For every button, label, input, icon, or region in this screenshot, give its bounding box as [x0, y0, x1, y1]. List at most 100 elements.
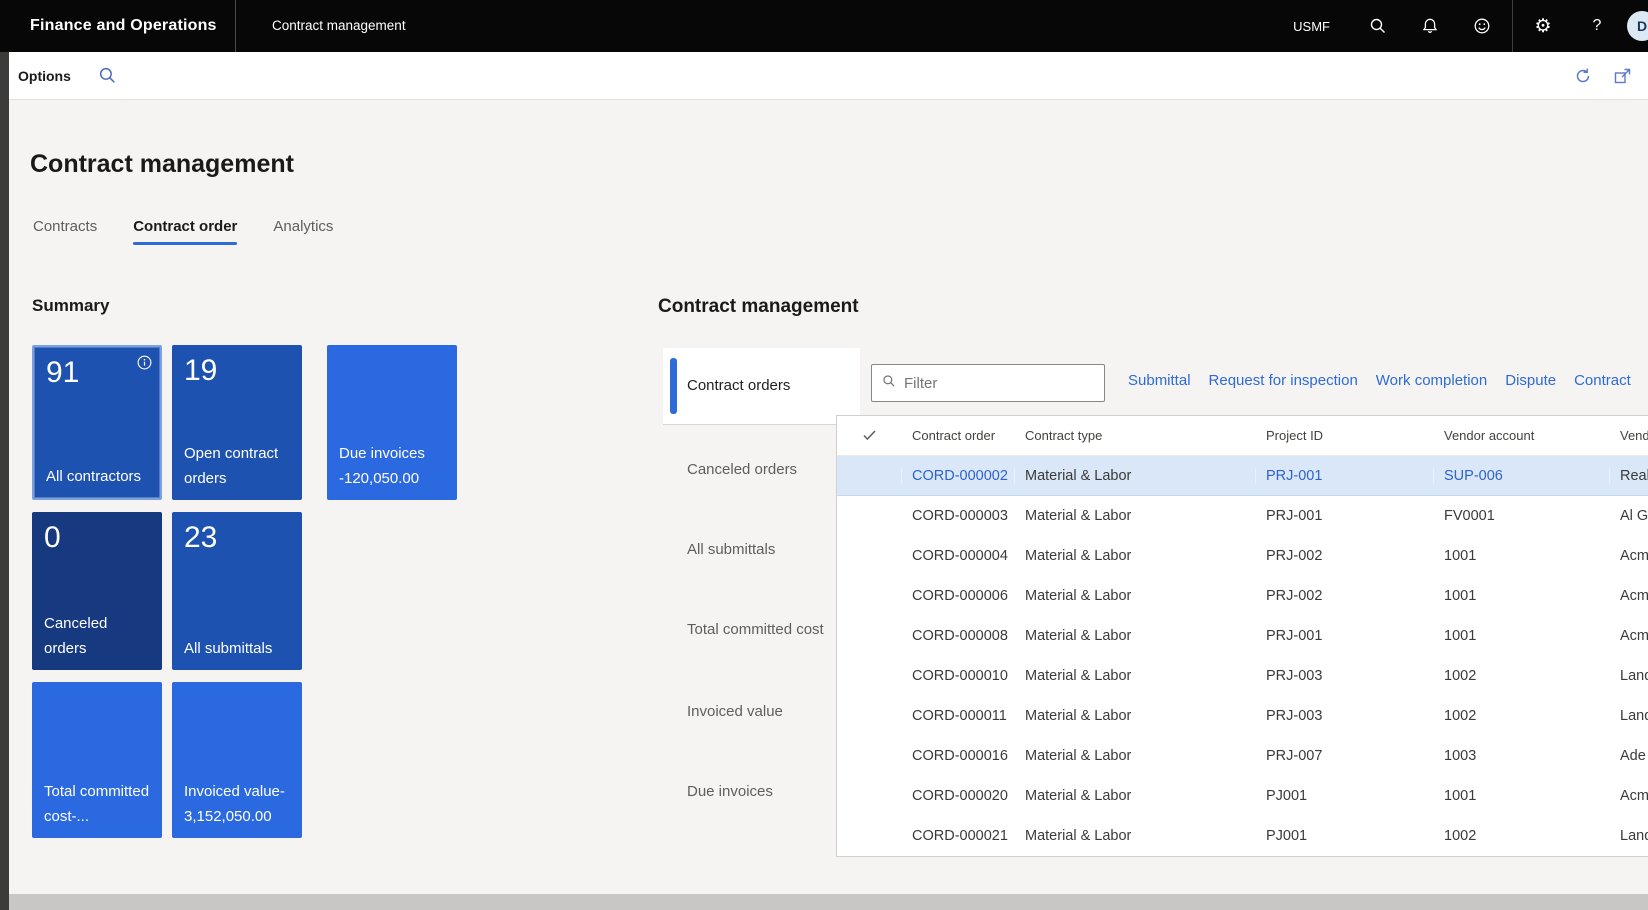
tile-canceled-orders[interactable]: 0 Canceled orders: [32, 512, 162, 670]
table-row[interactable]: CORD-000002 Material & Labor PRJ-001 SUP…: [837, 456, 1648, 496]
cell-contract-order[interactable]: CORD-000011: [901, 708, 1014, 724]
tile-all-contractors[interactable]: 91 All contractors: [32, 345, 162, 500]
table-row[interactable]: CORD-000016 Material & Labor PRJ-007 100…: [837, 736, 1648, 776]
cell-contract-order[interactable]: CORD-000016: [901, 748, 1014, 764]
column-header-contract-type[interactable]: Contract type: [1014, 428, 1255, 443]
menu-item-due-invoices[interactable]: Due invoices: [687, 780, 773, 804]
panel-heading: Contract management: [658, 296, 859, 318]
tab-analytics[interactable]: Analytics: [273, 218, 333, 245]
cell-contract-order[interactable]: CORD-000006: [901, 588, 1014, 604]
menu-item-canceled-orders[interactable]: Canceled orders: [687, 458, 797, 482]
cell-vendor-account[interactable]: 1002: [1433, 828, 1609, 844]
cell-project-id[interactable]: PJ001: [1255, 788, 1433, 804]
open-in-new-window-icon[interactable]: [1613, 66, 1633, 86]
cell-project-id[interactable]: PRJ-003: [1255, 708, 1433, 724]
request-for-inspection-link[interactable]: Request for inspection: [1209, 372, 1358, 389]
cell-vendor-name: Land: [1609, 668, 1648, 684]
work-completion-link[interactable]: Work completion: [1376, 372, 1487, 389]
cell-contract-order[interactable]: CORD-000021: [901, 828, 1014, 844]
tile-invoiced-value[interactable]: Invoiced value-3,152,050.00: [172, 682, 302, 838]
filter-input[interactable]: [904, 375, 1103, 392]
feedback-smiley-icon[interactable]: [1472, 16, 1492, 36]
cell-project-id[interactable]: PRJ-001: [1255, 468, 1433, 484]
cell-contract-order[interactable]: CORD-000010: [901, 668, 1014, 684]
tab-contracts[interactable]: Contracts: [33, 218, 97, 245]
company-picker[interactable]: USMF: [1293, 19, 1330, 34]
user-avatar[interactable]: D: [1627, 11, 1648, 41]
contract-orders-grid: Contract order Contract type Project ID …: [836, 415, 1648, 857]
tile-open-contract-orders[interactable]: 19 Open contract orders: [172, 345, 302, 500]
table-row[interactable]: CORD-000006 Material & Labor PRJ-002 100…: [837, 576, 1648, 616]
appbar-right-cluster: USMF ⚙ ? D: [1293, 0, 1648, 52]
table-row[interactable]: CORD-000010 Material & Labor PRJ-003 100…: [837, 656, 1648, 696]
cell-vendor-account[interactable]: SUP-006: [1433, 468, 1609, 484]
menu-item-total-committed-cost[interactable]: Total committed cost: [687, 618, 824, 642]
submittal-link[interactable]: Submittal: [1128, 372, 1191, 389]
menu-item-all-submittals[interactable]: All submittals: [687, 538, 775, 562]
menu-item-label: Contract orders: [687, 348, 790, 424]
cell-vendor-account[interactable]: 1001: [1433, 788, 1609, 804]
cell-vendor-account[interactable]: 1002: [1433, 708, 1609, 724]
action-pane: Options: [0, 52, 1648, 100]
column-header-vendor-account[interactable]: Vendor account: [1433, 428, 1609, 443]
search-icon[interactable]: [1368, 16, 1388, 36]
tile-label: Total committed cost-...: [44, 779, 154, 829]
refresh-icon[interactable]: [1573, 66, 1593, 86]
tile-label: Canceled orders: [44, 611, 154, 661]
appbar-divider: [235, 0, 236, 52]
cell-project-id[interactable]: PRJ-001: [1255, 508, 1433, 524]
cell-contract-order[interactable]: CORD-000008: [901, 628, 1014, 644]
cell-vendor-account[interactable]: FV0001: [1433, 508, 1609, 524]
cell-contract-type: Material & Labor: [1014, 628, 1255, 644]
table-row[interactable]: CORD-000020 Material & Labor PJ001 1001 …: [837, 776, 1648, 816]
select-all-check-icon[interactable]: [837, 430, 901, 441]
cell-project-id[interactable]: PRJ-002: [1255, 548, 1433, 564]
tile-due-invoices[interactable]: Due invoices -120,050.00: [327, 345, 457, 500]
cell-project-id[interactable]: PRJ-001: [1255, 628, 1433, 644]
cell-vendor-account[interactable]: 1002: [1433, 668, 1609, 684]
cell-project-id[interactable]: PRJ-003: [1255, 668, 1433, 684]
help-icon[interactable]: ?: [1587, 16, 1607, 36]
table-row[interactable]: CORD-000011 Material & Labor PRJ-003 100…: [837, 696, 1648, 736]
cell-vendor-name: Acme: [1609, 548, 1648, 564]
filter-field[interactable]: [871, 364, 1105, 402]
cell-project-id[interactable]: PRJ-002: [1255, 588, 1433, 604]
cell-vendor-account[interactable]: 1001: [1433, 588, 1609, 604]
cell-contract-order[interactable]: CORD-000004: [901, 548, 1014, 564]
cell-contract-order[interactable]: CORD-000020: [901, 788, 1014, 804]
column-header-project-id[interactable]: Project ID: [1255, 428, 1433, 443]
menu-separator: [663, 424, 860, 425]
screen-bottom-edge: [0, 894, 1648, 910]
appbar-icon-divider: [1512, 0, 1513, 52]
table-row[interactable]: CORD-000004 Material & Labor PRJ-002 100…: [837, 536, 1648, 576]
tile-total-committed-cost[interactable]: Total committed cost-...: [32, 682, 162, 838]
column-header-contract-order[interactable]: Contract order: [901, 428, 1014, 443]
table-row[interactable]: CORD-000021 Material & Labor PJ001 1002 …: [837, 816, 1648, 856]
info-icon[interactable]: [137, 355, 152, 375]
notifications-bell-icon[interactable]: [1420, 16, 1440, 36]
cell-vendor-name: Acme: [1609, 788, 1648, 804]
table-row[interactable]: CORD-000008 Material & Labor PRJ-001 100…: [837, 616, 1648, 656]
action-pane-search-icon[interactable]: [98, 66, 117, 90]
settings-gear-icon[interactable]: ⚙: [1533, 16, 1553, 36]
product-name[interactable]: Finance and Operations: [30, 0, 217, 52]
table-row[interactable]: CORD-000003 Material & Labor PRJ-001 FV0…: [837, 496, 1648, 536]
column-header-vendor-name[interactable]: Vendor name: [1609, 428, 1648, 443]
cell-vendor-account[interactable]: 1001: [1433, 628, 1609, 644]
dispute-link[interactable]: Dispute: [1505, 372, 1556, 389]
tab-contract-order[interactable]: Contract order: [133, 218, 237, 245]
tile-value: 0: [44, 520, 150, 556]
screen-left-edge: [0, 52, 9, 910]
cell-project-id[interactable]: PRJ-007: [1255, 748, 1433, 764]
cell-vendor-account[interactable]: 1001: [1433, 548, 1609, 564]
cell-contract-order[interactable]: CORD-000002: [901, 468, 1014, 484]
menu-item-contract-orders[interactable]: Contract orders: [663, 348, 860, 424]
options-menu-button[interactable]: Options: [18, 52, 71, 100]
cell-vendor-account[interactable]: 1003: [1433, 748, 1609, 764]
cell-project-id[interactable]: PJ001: [1255, 828, 1433, 844]
contract-link[interactable]: Contract: [1574, 372, 1631, 389]
tile-label: All submittals: [184, 636, 294, 661]
cell-contract-order[interactable]: CORD-000003: [901, 508, 1014, 524]
tile-all-submittals[interactable]: 23 All submittals: [172, 512, 302, 670]
menu-item-invoiced-value[interactable]: Invoiced value: [687, 700, 783, 724]
